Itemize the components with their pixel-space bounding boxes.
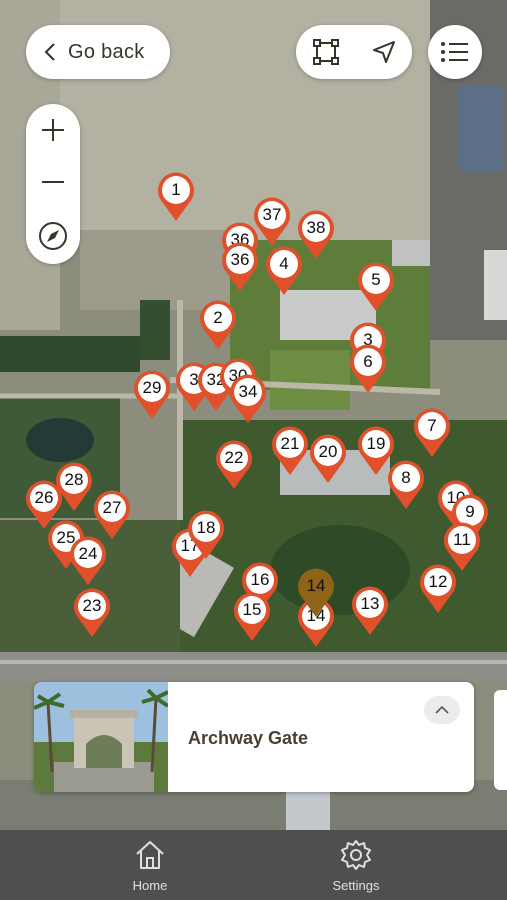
- marker-label: 7: [427, 416, 437, 435]
- tab-settings[interactable]: Settings: [296, 830, 416, 900]
- map-marker[interactable]: 4: [264, 244, 304, 296]
- gear-icon: [341, 840, 371, 870]
- marker-label: 36: [230, 250, 250, 269]
- marker-label: 15: [242, 600, 262, 619]
- marker-label: 19: [366, 434, 386, 453]
- marker-label: 2: [213, 308, 223, 327]
- zoom-controls: [26, 104, 80, 264]
- tab-bar: Home Settings: [0, 830, 507, 900]
- map-marker[interactable]: 36: [220, 240, 260, 292]
- map-tools: [296, 25, 412, 79]
- place-photo: [34, 682, 168, 792]
- place-card[interactable]: Archway Gate: [34, 682, 474, 792]
- chevron-up-icon: [435, 705, 449, 714]
- marker-label: 1: [171, 180, 181, 199]
- map-marker[interactable]: 1: [156, 170, 196, 222]
- marker-label: 8: [401, 468, 411, 487]
- map-marker[interactable]: 27: [92, 488, 132, 540]
- marker-label: 14: [306, 576, 326, 595]
- bounding-box-icon[interactable]: [312, 38, 340, 66]
- map-marker[interactable]: 12: [418, 562, 458, 614]
- map-marker[interactable]: 23: [72, 586, 112, 638]
- go-back-label: Go back: [68, 40, 145, 63]
- marker-label: 4: [279, 254, 289, 273]
- marker-label: 34: [238, 382, 258, 401]
- tab-settings-label: Settings: [332, 878, 380, 893]
- marker-label: 22: [224, 448, 244, 467]
- marker-label: 26: [34, 488, 54, 507]
- map-marker[interactable]: 24: [68, 534, 108, 586]
- map-marker-selected[interactable]: 14: [296, 566, 336, 618]
- marker-label: 38: [306, 218, 326, 237]
- place-title: Archway Gate: [188, 728, 309, 748]
- chevron-left-icon: [44, 43, 55, 61]
- map-marker[interactable]: 18: [186, 508, 226, 560]
- marker-label: 18: [196, 518, 216, 537]
- marker-label: 29: [142, 378, 162, 397]
- expand-button[interactable]: [424, 696, 460, 724]
- marker-label: 37: [262, 205, 282, 224]
- marker-label: 5: [371, 270, 381, 289]
- map-marker[interactable]: 22: [214, 438, 254, 490]
- map-marker[interactable]: 6: [348, 342, 388, 394]
- compass-icon[interactable]: [38, 221, 68, 251]
- marker-label: 20: [318, 442, 338, 461]
- home-icon: [136, 841, 164, 869]
- navigation-arrow-icon[interactable]: [371, 39, 397, 65]
- plus-icon[interactable]: [40, 117, 66, 143]
- map-marker[interactable]: 21: [270, 424, 310, 476]
- marker-label: 12: [428, 572, 448, 591]
- map-marker[interactable]: 34: [228, 372, 268, 424]
- marker-label: 27: [102, 498, 122, 517]
- map-marker[interactable]: 15: [232, 590, 272, 642]
- marker-label: 11: [453, 530, 471, 549]
- tab-home[interactable]: Home: [90, 830, 210, 900]
- list-button[interactable]: [428, 25, 482, 79]
- map-marker[interactable]: 5: [356, 260, 396, 312]
- marker-label: 6: [363, 352, 373, 371]
- marker-label: 21: [280, 434, 300, 453]
- go-back-button[interactable]: Go back: [26, 25, 170, 79]
- map-marker[interactable]: 20: [308, 432, 348, 484]
- list-icon: [441, 42, 468, 62]
- map-marker[interactable]: 29: [132, 368, 172, 420]
- marker-label: 23: [82, 596, 102, 615]
- marker-label: 13: [360, 594, 380, 613]
- tab-home-label: Home: [132, 878, 168, 893]
- marker-label: 28: [64, 470, 84, 489]
- map-marker[interactable]: 2: [198, 298, 238, 350]
- marker-label: 24: [78, 544, 98, 563]
- map-marker[interactable]: 8: [386, 458, 426, 510]
- map-marker[interactable]: 13: [350, 584, 390, 636]
- map-marker[interactable]: 7: [412, 406, 452, 458]
- minus-icon[interactable]: [40, 169, 66, 195]
- next-card-peek[interactable]: [494, 690, 507, 790]
